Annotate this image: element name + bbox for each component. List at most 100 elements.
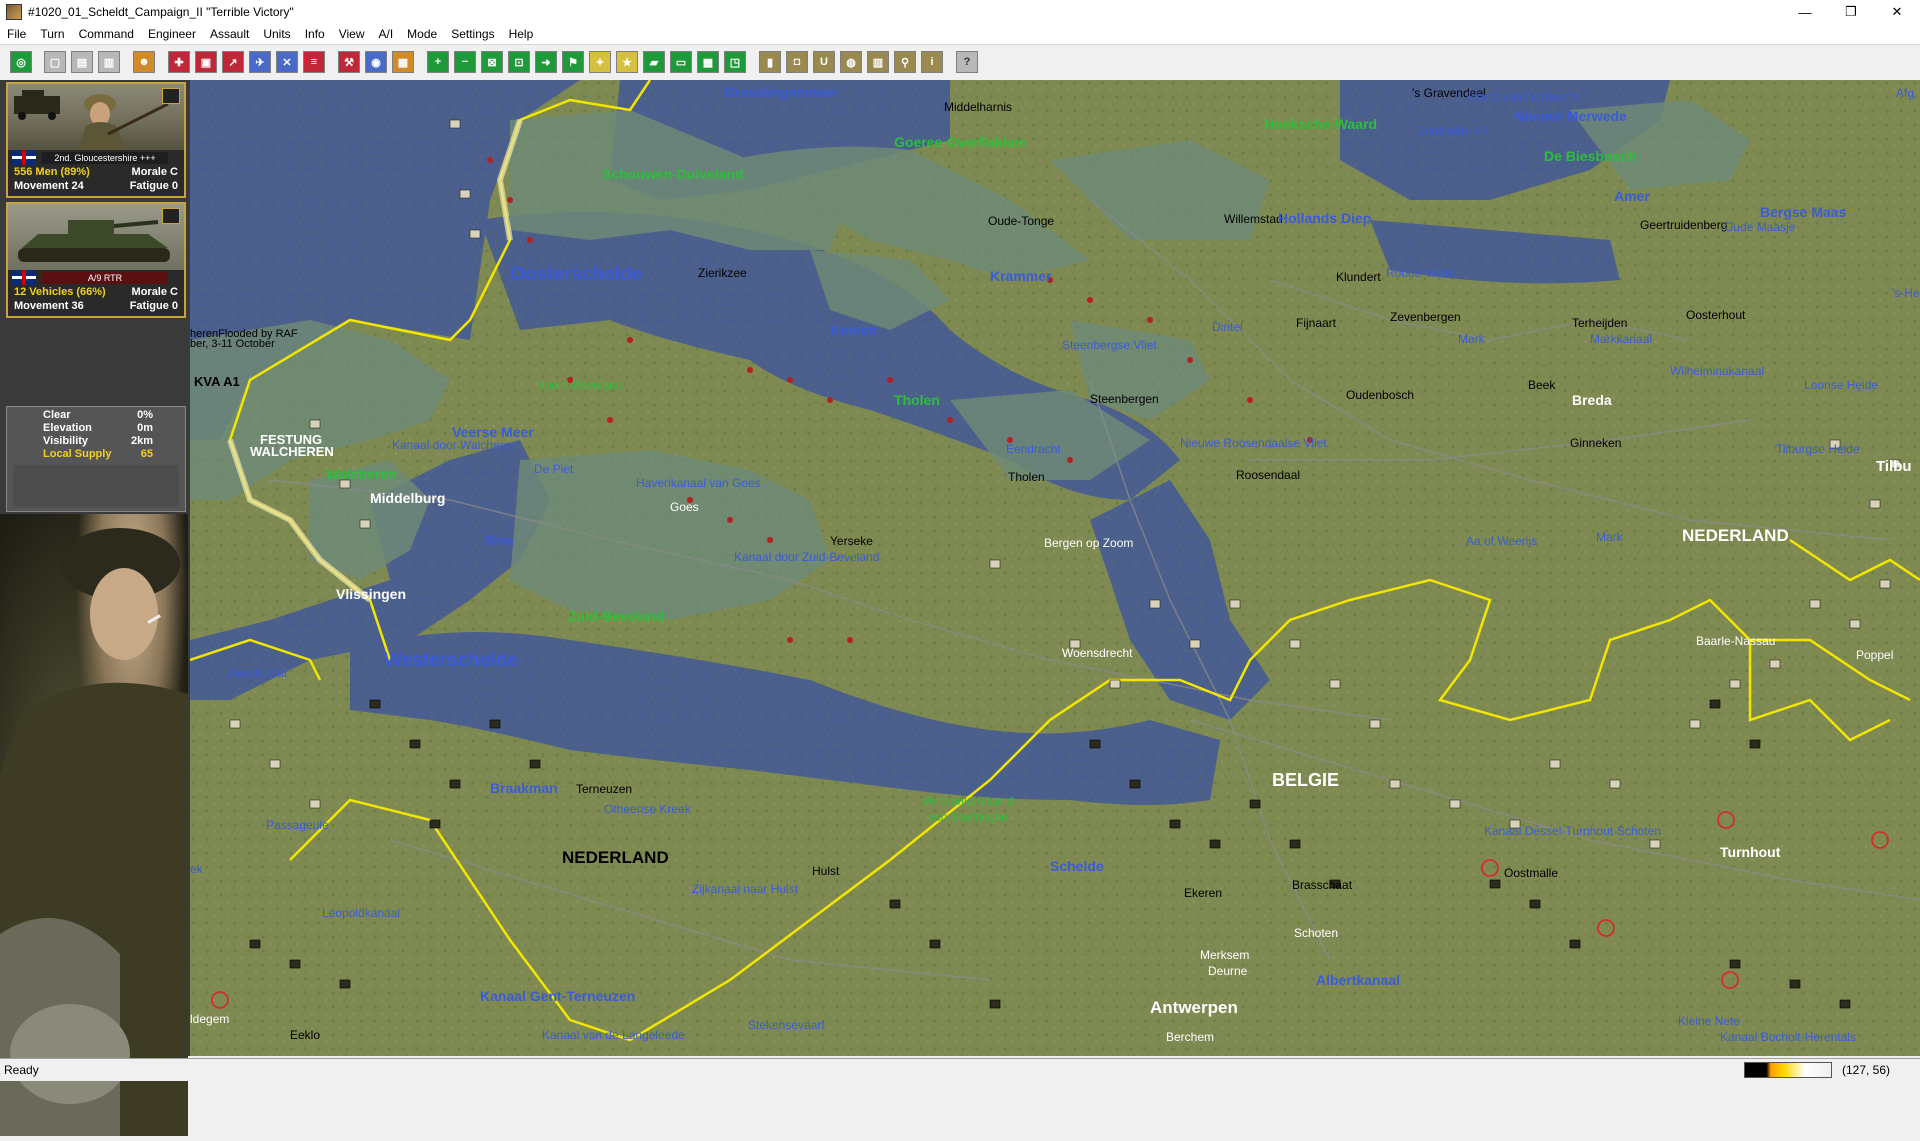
unit-morale: Morale C xyxy=(131,286,178,298)
label-stekensevaart: Stekensevaart xyxy=(748,1018,825,1032)
monitor-icon[interactable]: ▭ xyxy=(670,51,692,73)
info-icon[interactable]: i xyxy=(921,51,943,73)
menu-mode[interactable]: Mode xyxy=(400,27,444,41)
label-baarle-nassau: Baarle-Nassau xyxy=(1696,634,1776,648)
close-button[interactable]: ✕ xyxy=(1874,0,1920,24)
tactical-map[interactable]: Grevelingenmeer Middelharnis Goeree-Over… xyxy=(190,80,1920,1056)
lock-icon[interactable]: ▮ xyxy=(759,51,781,73)
label-loonse-heide: Loonse Heide xyxy=(1804,378,1879,392)
label-albertkanaal: Albertkanaal xyxy=(1316,972,1401,988)
air-strike-icon[interactable]: ✈ xyxy=(249,51,271,73)
weather-label: Clear xyxy=(43,409,71,421)
arrow-icon[interactable]: ➜ xyxy=(535,51,557,73)
label-zuid-beveland: Zuid-Beveland xyxy=(568,608,665,624)
label-goes: Goes xyxy=(670,500,699,514)
naval-icon[interactable]: ✕ xyxy=(276,51,298,73)
label-afg: Afg xyxy=(1896,86,1915,100)
unit-strength: 556 Men (89%) xyxy=(14,166,90,178)
menu-turn[interactable]: Turn xyxy=(33,27,71,41)
visibility-label: Visibility xyxy=(43,435,89,447)
help-icon[interactable]: ? xyxy=(956,51,978,73)
flag-icon[interactable]: ⚑ xyxy=(562,51,584,73)
label-kanaal-zuid-beveland: Kanaal door Zuid-Beveland xyxy=(734,550,880,564)
minimize-button[interactable]: — xyxy=(1782,0,1828,24)
label-walcheren: Walcheren xyxy=(326,466,397,482)
unit-card-infantry[interactable]: 2nd. Gloucestershire +++ 556 Men (89%) M… xyxy=(6,82,186,198)
terrain-preview xyxy=(13,465,179,507)
label-markkanaal: Markkanaal xyxy=(1590,332,1653,346)
label-wilhelminakanaal: Wilhelminakanaal xyxy=(1670,364,1765,378)
medal-icon[interactable]: ◍ xyxy=(840,51,862,73)
report-icon[interactable]: ▥ xyxy=(98,51,120,73)
label-mark-south: Mark xyxy=(1596,530,1623,544)
label-walcheren-festung: WALCHEREN xyxy=(250,444,334,459)
target-icon[interactable]: ◎ xyxy=(10,51,32,73)
menu-engineer[interactable]: Engineer xyxy=(141,27,203,41)
unit-detail-icon[interactable] xyxy=(162,88,180,104)
menu-command[interactable]: Command xyxy=(72,27,141,41)
label-biesbosch: De Biesbosch xyxy=(1544,148,1637,164)
building-icon[interactable]: ▥ xyxy=(867,51,889,73)
label-oude-tonge: Oude-Tonge xyxy=(988,214,1055,228)
terrain-icon[interactable]: ▰ xyxy=(643,51,665,73)
zoom-in-icon[interactable]: + xyxy=(427,51,449,73)
menu-ai[interactable]: A/I xyxy=(372,27,401,41)
side-panel: 2nd. Gloucestershire +++ 556 Men (89%) M… xyxy=(0,80,190,1136)
cup-icon[interactable]: U xyxy=(813,51,835,73)
label-tilburg: Tilbu xyxy=(1876,458,1912,475)
leader-icon[interactable]: ☻ xyxy=(133,51,155,73)
label-zevenbergen: Zevenbergen xyxy=(1390,310,1461,324)
menu-assault[interactable]: Assault xyxy=(203,27,256,41)
label-hollands-diep: Hollands Diep xyxy=(1278,210,1372,226)
jump-map-icon[interactable]: ◳ xyxy=(724,51,746,73)
menu-info[interactable]: Info xyxy=(298,27,332,41)
supply-icon[interactable]: ▦ xyxy=(392,51,414,73)
menu-settings[interactable]: Settings xyxy=(444,27,501,41)
hex-grid-icon[interactable]: ⊠ xyxy=(481,51,503,73)
engineer-icon[interactable]: ⚒ xyxy=(338,51,360,73)
assault-icon[interactable]: ✚ xyxy=(168,51,190,73)
globe-icon[interactable]: ◉ xyxy=(365,51,387,73)
label-terneuzen: Terneuzen xyxy=(576,782,633,796)
label-amer: Amer xyxy=(1614,188,1650,204)
list-icon[interactable]: ≡ xyxy=(303,51,325,73)
restore-button[interactable]: ❐ xyxy=(1828,0,1874,24)
zoom-out-icon[interactable]: − xyxy=(454,51,476,73)
label-ek: ek xyxy=(190,862,203,876)
menu-help[interactable]: Help xyxy=(502,27,541,41)
label-noord-beveland: Noord-Beveland xyxy=(536,378,623,392)
map-icon[interactable]: ▩ xyxy=(697,51,719,73)
window-title: #1020_01_Scheldt_Campaign_II "Terrible V… xyxy=(28,5,294,19)
menu-view[interactable]: View xyxy=(332,27,372,41)
objective-icon[interactable]: ★ xyxy=(616,51,638,73)
label-s-he: 's-He xyxy=(1892,286,1920,300)
unit-card-tank[interactable]: A/9 RTR 12 Vehicles (66%) Morale C Movem… xyxy=(6,202,186,318)
bombard-icon[interactable]: ▣ xyxy=(195,51,217,73)
label-sloe: Sloe xyxy=(484,532,514,548)
toolbar: ◎ ▢ ▤ ▥ ☻ ✚ ▣ ↗ ✈ ✕ ≡ ⚒ ◉ ▦ + − ⊠ ⊡ ➜ ⚑ … xyxy=(0,44,1920,82)
unit-info-icon[interactable]: ▢ xyxy=(44,51,66,73)
label-hoeksche: Hoeksche-Waard xyxy=(1264,116,1378,132)
supply-label: Local Supply xyxy=(43,448,112,460)
fire-icon[interactable]: ↗ xyxy=(222,51,244,73)
label-schouwen: Schouwen-Duiveland xyxy=(602,166,744,182)
menu-file[interactable]: File xyxy=(0,27,33,41)
label-oudenbosch: Oudenbosch xyxy=(1346,388,1415,402)
menu-units[interactable]: Units xyxy=(256,27,297,41)
map-labels: Grevelingenmeer Middelharnis Goeree-Over… xyxy=(190,80,1920,1056)
menu-bar: File Turn Command Engineer Assault Units… xyxy=(0,24,1920,44)
folder-icon[interactable]: ▤ xyxy=(71,51,93,73)
vehicle-icon[interactable]: ◘ xyxy=(786,51,808,73)
highlight-icon[interactable]: ✦ xyxy=(589,51,611,73)
hex-coordinates: (127, 56) xyxy=(1841,1063,1890,1077)
elevation-value: 0m xyxy=(137,422,153,434)
tank-portrait xyxy=(8,204,184,270)
label-bergen-op-zoom: Bergen op Zoom xyxy=(1044,536,1134,550)
label-oostmalle: Oostmalle xyxy=(1504,866,1559,880)
center-icon[interactable]: ⊡ xyxy=(508,51,530,73)
unit-detail-icon[interactable] xyxy=(162,208,180,224)
label-eendracht: Eendracht xyxy=(1006,442,1061,456)
hierarchy-icon[interactable]: ⚲ xyxy=(894,51,916,73)
label-tholen-town: Tholen xyxy=(1008,470,1045,484)
label-fijnaart: Fijnaart xyxy=(1296,316,1337,330)
